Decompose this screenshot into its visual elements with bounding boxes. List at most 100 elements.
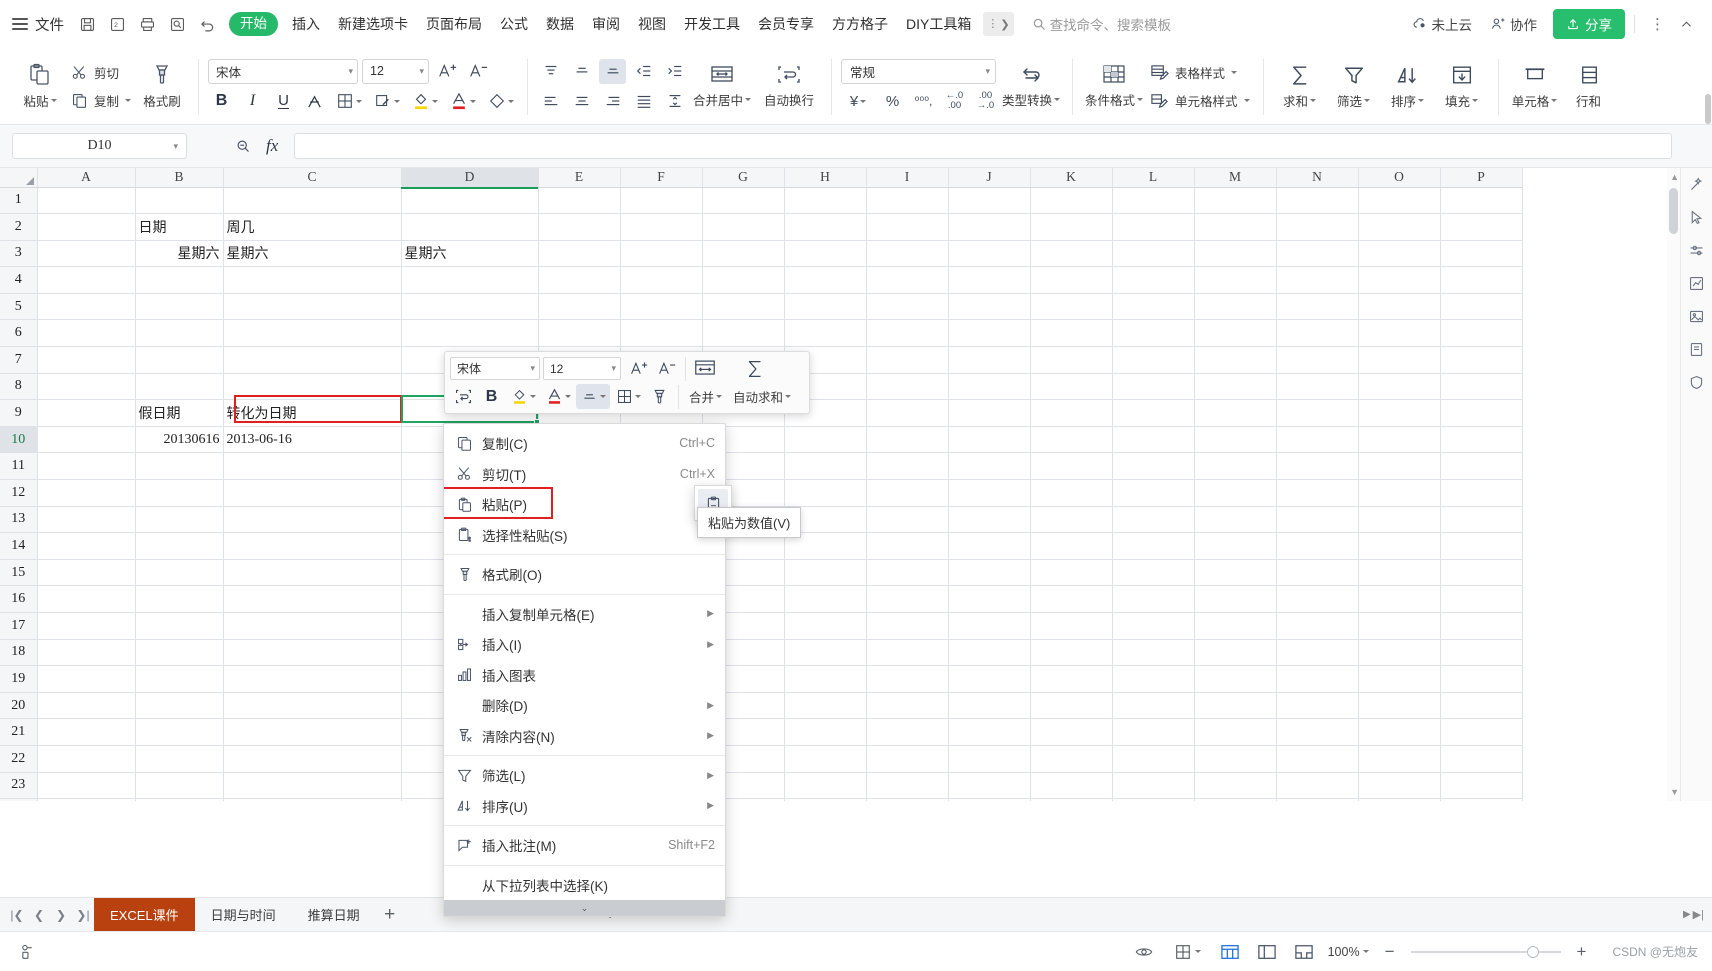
cell-H18[interactable] [784, 639, 867, 667]
cell-L11[interactable] [1112, 452, 1195, 481]
cell-P21[interactable] [1440, 718, 1523, 746]
context-menu-item[interactable]: 粘贴(P) [444, 489, 725, 520]
cell-L17[interactable] [1112, 612, 1195, 640]
cell-O1[interactable] [1358, 187, 1441, 215]
cell-H17[interactable] [784, 612, 867, 640]
cell-J14[interactable] [948, 532, 1031, 560]
ribbon-scrollbar[interactable] [1704, 48, 1712, 124]
cell-C19[interactable] [223, 665, 402, 693]
cell-I3[interactable] [866, 240, 949, 268]
cell-N7[interactable] [1276, 346, 1359, 374]
column-header-M[interactable]: M [1194, 168, 1277, 188]
column-header-C[interactable]: C [223, 168, 402, 188]
mini-increase-font-button[interactable] [625, 356, 652, 381]
cell-O8[interactable] [1358, 373, 1441, 401]
eye-icon[interactable] [1130, 943, 1158, 961]
cell-effects-button[interactable] [370, 89, 404, 114]
cell-A16[interactable] [37, 585, 136, 613]
comma-style-button[interactable]: ⁰⁰⁰, [910, 89, 937, 114]
cell-A12[interactable] [37, 479, 136, 507]
cell-J8[interactable] [948, 373, 1031, 401]
vertical-scroll-thumb[interactable] [1669, 188, 1678, 234]
cell-B20[interactable] [135, 692, 224, 720]
cell-O15[interactable] [1358, 559, 1441, 587]
conditional-format-button[interactable]: 条件格式 [1082, 52, 1146, 120]
cell-L7[interactable] [1112, 346, 1195, 374]
cell-K20[interactable] [1030, 692, 1113, 720]
fill-button[interactable]: 填充 [1435, 52, 1489, 120]
name-box[interactable]: D10 ▾ [12, 133, 187, 159]
caret-down-icon[interactable]: ▾ [173, 141, 178, 152]
row-header-7[interactable]: 7 [0, 346, 38, 374]
cell-H21[interactable] [784, 718, 867, 746]
first-sheet-button[interactable]: |❮ [6, 902, 28, 928]
cell-O16[interactable] [1358, 585, 1441, 613]
cursor-icon[interactable] [1688, 209, 1705, 229]
cell-J12[interactable] [948, 479, 1031, 507]
cell-L12[interactable] [1112, 479, 1195, 507]
row-header-5[interactable]: 5 [0, 293, 38, 321]
cell-J21[interactable] [948, 718, 1031, 746]
cell-L1[interactable] [1112, 187, 1195, 215]
cell-P20[interactable] [1440, 692, 1523, 720]
context-menu-item[interactable]: 格式刷(O) [444, 559, 725, 590]
save-icon[interactable] [74, 11, 100, 37]
cell-B1[interactable] [135, 187, 224, 215]
cloud-status-button[interactable]: 未上云 [1404, 10, 1481, 38]
cell-A6[interactable] [37, 319, 136, 348]
cell-O22[interactable] [1358, 745, 1441, 773]
cell-M13[interactable] [1194, 506, 1277, 534]
tab-diy-toolbox[interactable]: DIY工具箱 [897, 10, 980, 38]
cell-C22[interactable] [223, 745, 402, 773]
tab-review[interactable]: 审阅 [583, 10, 629, 38]
cell-M10[interactable] [1194, 426, 1277, 454]
cell-L22[interactable] [1112, 745, 1195, 773]
tab-view[interactable]: 视图 [629, 10, 675, 38]
cell-O2[interactable] [1358, 213, 1441, 241]
cell-B3[interactable]: 星期六 [135, 240, 224, 268]
cell-C4[interactable] [223, 266, 402, 294]
cell-M23[interactable] [1194, 772, 1277, 800]
cell-M5[interactable] [1194, 293, 1277, 321]
record-macro-icon[interactable] [14, 943, 41, 960]
cell-H3[interactable] [784, 240, 867, 268]
tab-page-layout[interactable]: 页面布局 [417, 10, 491, 38]
cell-B4[interactable] [135, 266, 224, 294]
cell-O17[interactable] [1358, 612, 1441, 640]
column-header-B[interactable]: B [135, 168, 224, 188]
cell-L10[interactable] [1112, 426, 1195, 454]
cell-N16[interactable] [1276, 585, 1359, 613]
cell-B23[interactable] [135, 772, 224, 800]
insert-function-icon[interactable]: fx [266, 136, 278, 156]
column-header-O[interactable]: O [1358, 168, 1441, 188]
cell-P12[interactable] [1440, 479, 1523, 507]
cell-H12[interactable] [784, 479, 867, 507]
cell-L8[interactable] [1112, 373, 1195, 401]
percent-button[interactable]: % [879, 89, 906, 114]
cell-M21[interactable] [1194, 718, 1277, 746]
zoom-slider[interactable] [1410, 945, 1561, 959]
cell-K1[interactable] [1030, 187, 1113, 215]
cell-N3[interactable] [1276, 240, 1359, 268]
cell-M9[interactable] [1194, 399, 1277, 427]
cell-P8[interactable] [1440, 373, 1523, 401]
currency-button[interactable]: ¥ [841, 89, 875, 114]
cell-I11[interactable] [866, 452, 949, 481]
cell-L14[interactable] [1112, 532, 1195, 560]
mini-merge-label-button[interactable]: 合并 [684, 387, 727, 406]
cell-E3[interactable] [538, 240, 621, 268]
sliders-icon[interactable] [1688, 242, 1705, 262]
cell-N11[interactable] [1276, 452, 1359, 481]
row-header-23[interactable]: 23 [0, 772, 38, 800]
undo-icon[interactable] [194, 11, 220, 37]
merge-center-button[interactable]: 合并居中 [688, 52, 756, 120]
context-menu-item[interactable]: 插入复制单元格(E) ▶ [444, 599, 725, 630]
cell-I23[interactable] [866, 772, 949, 800]
cell-N24[interactable] [1276, 798, 1359, 801]
cell-B19[interactable] [135, 665, 224, 693]
paste-button[interactable]: 粘贴 [13, 52, 67, 120]
cell-K18[interactable] [1030, 639, 1113, 667]
cell-E6[interactable] [538, 319, 621, 348]
cell-P22[interactable] [1440, 745, 1523, 773]
more-options-icon[interactable]: ⋮ [1644, 15, 1671, 34]
